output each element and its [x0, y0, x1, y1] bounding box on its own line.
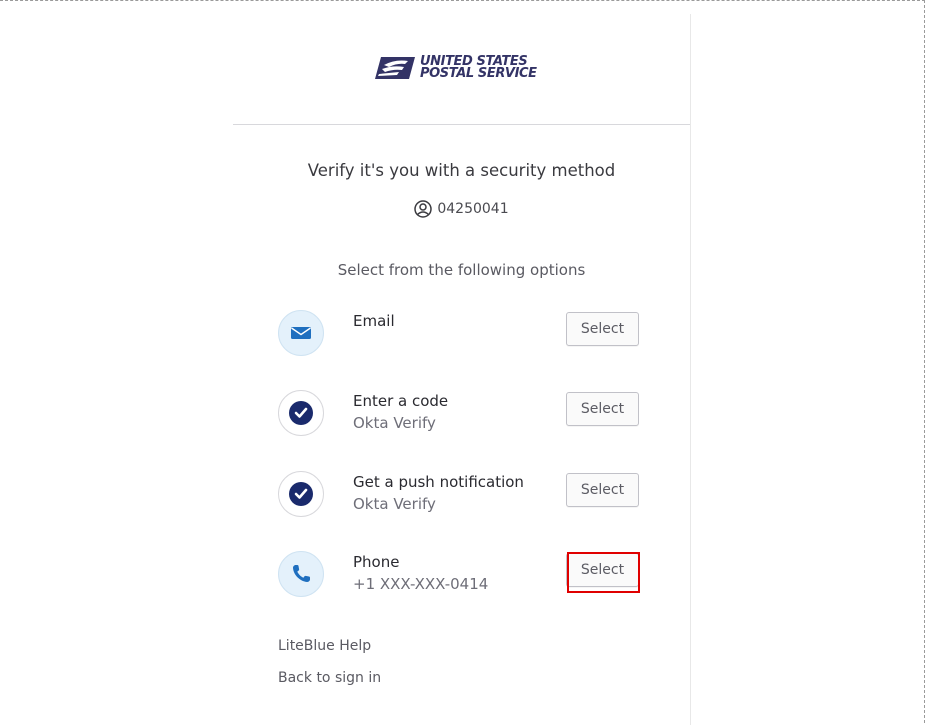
options-subtitle: Select from the following options	[337, 261, 586, 279]
page-title: Verify it's you with a security method	[307, 161, 616, 180]
envelope-icon	[291, 327, 311, 339]
signin-card: UNITED STATES POSTAL SERVICE Verify it's…	[233, 14, 691, 725]
eagle-logo-icon	[375, 57, 415, 79]
method-sublabel: Okta Verify	[353, 414, 436, 432]
okta-verify-icon	[289, 401, 313, 425]
select-push-button[interactable]: Select	[566, 473, 639, 507]
method-push-notification: Get a push notification Okta Verify Sele…	[278, 471, 640, 521]
method-phone: Phone +1 XXX-XXX-0414 Select	[278, 551, 640, 601]
liteblue-help-link[interactable]: LiteBlue Help	[278, 638, 371, 654]
method-sublabel: +1 XXX-XXX-0414	[353, 575, 489, 593]
select-phone-button[interactable]: Select	[566, 553, 639, 587]
email-icon-badge	[278, 310, 324, 356]
logo-wordmark: UNITED STATES POSTAL SERVICE	[420, 55, 537, 81]
usps-logo: UNITED STATES POSTAL SERVICE	[375, 53, 545, 83]
phone-icon	[293, 565, 310, 582]
user-circle-icon	[414, 200, 433, 218]
method-label: Get a push notification	[353, 473, 524, 491]
okta-icon-badge	[278, 390, 324, 436]
select-enter-code-button[interactable]: Select	[566, 392, 639, 426]
method-label: Enter a code	[353, 392, 449, 410]
okta-icon-badge	[278, 471, 324, 517]
card-header: UNITED STATES POSTAL SERVICE	[233, 14, 690, 125]
phone-icon-badge	[278, 551, 324, 597]
method-label: Email	[353, 312, 395, 330]
logo-line-2: POSTAL SERVICE	[420, 66, 537, 81]
method-label: Phone	[353, 553, 400, 571]
select-email-button[interactable]: Select	[566, 312, 639, 346]
user-identifier: 04250041	[233, 200, 690, 218]
method-email: Email Select	[278, 310, 640, 360]
back-to-signin-link[interactable]: Back to sign in	[278, 670, 381, 686]
okta-verify-icon	[289, 482, 313, 506]
method-enter-code: Enter a code Okta Verify Select	[278, 390, 640, 440]
method-sublabel: Okta Verify	[353, 495, 436, 513]
user-id-text: 04250041	[437, 201, 509, 217]
